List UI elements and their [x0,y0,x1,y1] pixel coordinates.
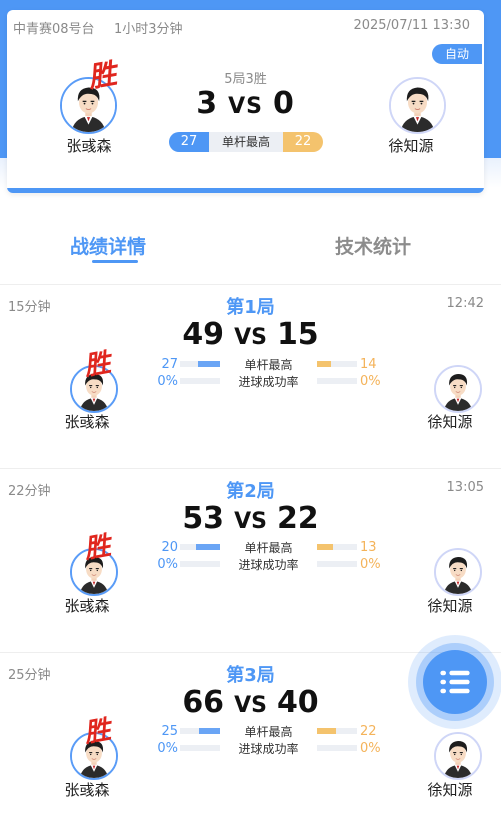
player-left-name: 张彧森 [64,413,110,431]
player-left-name: 张彧森 [64,781,110,799]
avatar-right[interactable] [434,548,482,596]
rate-left-value: 0% [157,374,178,389]
break-left-fill [196,544,220,550]
break-label: 单杆最高 [244,358,293,372]
list-icon [437,664,473,700]
frame-score-left: 49 [182,317,225,352]
vs-label: VS [228,94,263,119]
player-right-name: 徐知源 [388,137,434,155]
card-accent-bar [7,188,484,193]
break-right-value: 14 [360,357,377,372]
potting-rate-row: 0% 进球成功率 0% [150,557,380,573]
rate-left-bar [180,561,220,567]
player-avatar-icon [436,550,480,594]
match-summary-card: 中青赛08号台 1小时3分钟 2025/07/11 13:30 自动 胜 张彧森… [7,10,484,193]
auto-badge: 自动 [432,44,482,64]
break-label: 单杆最高 [244,541,293,555]
highest-break-label: 单杆最高 [209,132,283,152]
frame-score-right: 40 [276,685,319,720]
frame-label: 第1局 [226,297,275,318]
highest-break-right: 22 [283,132,323,152]
rate-right-bar [317,378,357,384]
break-left-value: 27 [161,357,178,372]
tab-technical-stats[interactable]: 技术统计 [335,232,411,259]
rate-right-value: 0% [360,374,381,389]
break-right-fill [317,361,331,367]
highest-break-row: 27 单杆最高 14 [150,357,380,373]
break-right-fill [317,728,336,734]
rate-right-value: 0% [360,741,381,756]
player-avatar-icon [436,734,480,778]
potting-rate-row: 0% 进球成功率 0% [150,741,380,757]
rate-right-bar [317,561,357,567]
player-left-name: 张彧森 [64,597,110,615]
break-right-bar [317,728,357,734]
match-duration: 1小时3分钟 [114,22,183,37]
highest-break-row: 20 单杆最高 13 [150,540,380,556]
frame-label: 第2局 [226,481,275,502]
match-format: 5局3胜 [224,72,267,87]
break-left-bar [180,361,220,367]
vs-label: VS [234,693,267,718]
rate-left-bar [180,745,220,751]
match-datetime: 2025/07/11 13:30 [353,18,470,33]
break-right-value: 13 [360,540,377,555]
venue-label: 中青赛08号台 [13,22,95,37]
highest-break-pill: 27 单杆最高 22 [169,132,323,152]
tab-bar: 战绩详情 技术统计 [0,222,501,272]
break-left-bar [180,728,220,734]
break-left-fill [198,728,220,734]
frame-score: 49 VS 15 [0,317,501,352]
break-left-bar [180,544,220,550]
rate-right-value: 0% [360,557,381,572]
frame-card-2[interactable]: 22分钟 13:05 第2局 53 VS 22 20 单杆最高 13 0% 进球成功… [0,469,501,653]
frame-score-left: 53 [182,501,225,536]
frame-score-right: 15 [276,317,319,352]
avatar-right[interactable] [434,365,482,413]
player-right-name: 徐知源 [427,597,473,615]
break-left-value: 20 [161,540,178,555]
match-score: 3 VS 0 [7,86,484,121]
score-right: 0 [272,86,295,121]
frame-score: 53 VS 22 [0,501,501,536]
fab-core [423,650,487,714]
rate-left-bar [180,378,220,384]
potting-rate-row: 0% 进球成功率 0% [150,374,380,390]
vs-label: VS [234,509,267,534]
break-right-bar [317,544,357,550]
avatar-right[interactable] [434,732,482,780]
break-right-fill [317,544,333,550]
score-left: 3 [196,86,219,121]
rate-right-bar [317,745,357,751]
rate-label: 进球成功率 [238,742,299,756]
player-right-name: 徐知源 [427,413,473,431]
frame-score-right: 22 [276,501,319,536]
frame-score-left: 66 [182,685,225,720]
rate-left-value: 0% [157,557,178,572]
floating-menu-button[interactable] [408,635,501,729]
break-right-value: 22 [360,724,377,739]
break-right-bar [317,361,357,367]
highest-break-row: 25 单杆最高 22 [150,724,380,740]
player-avatar-icon [436,367,480,411]
player-left-name: 张彧森 [66,137,112,155]
rate-left-value: 0% [157,741,178,756]
tab-match-details[interactable]: 战绩详情 [70,232,146,259]
frame-card-1[interactable]: 15分钟 12:42 第1局 49 VS 15 27 单杆最高 14 0% 进球成功… [0,285,501,469]
rate-label: 进球成功率 [238,375,299,389]
highest-break-left: 27 [169,132,209,152]
break-label: 单杆最高 [244,725,293,739]
break-left-fill [198,361,220,367]
tab-active-indicator [92,260,138,263]
rate-label: 进球成功率 [238,558,299,572]
break-left-value: 25 [161,724,178,739]
vs-label: VS [234,325,267,350]
player-right-name: 徐知源 [427,781,473,799]
